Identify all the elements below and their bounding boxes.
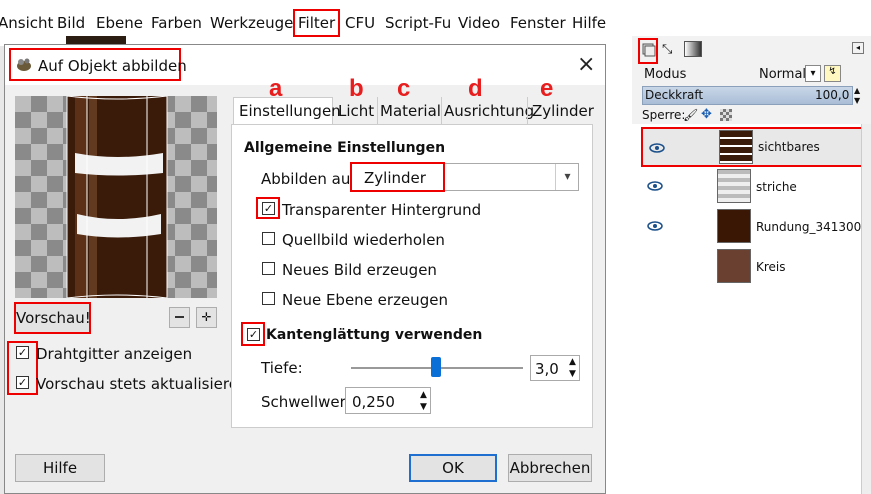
layer-thumbnail — [717, 209, 751, 243]
spin-arrows-icon[interactable]: ▲ ▼ — [854, 86, 860, 106]
tab-einstellungen[interactable]: Einstellungen — [233, 97, 341, 125]
cancel-button[interactable]: Abbrechen — [508, 454, 592, 482]
menu-farben[interactable]: Farben — [151, 14, 202, 32]
panel-top — [632, 0, 871, 36]
menu-video[interactable]: Video — [458, 14, 500, 32]
spin-arrows-icon[interactable]: ▲ ▼ — [569, 356, 576, 380]
threshold-spinbox[interactable]: 0,250 ▲ ▼ — [345, 387, 431, 414]
transparent-bg-label: Transparenter Hintergrund — [282, 201, 482, 219]
mode-value[interactable]: Normal — [759, 67, 806, 82]
panel-menu-icon[interactable]: ◂ — [852, 42, 864, 54]
threshold-label: Schwellwert: — [261, 393, 357, 411]
wireframe-label: Drahtgitter anzeigen — [36, 345, 193, 363]
depth-label: Tiefe: — [261, 359, 303, 377]
new-layer-checkbox[interactable] — [262, 292, 275, 305]
tab-material[interactable]: Material — [377, 97, 443, 125]
chevron-down-icon[interactable]: ▾ — [805, 65, 821, 82]
map-to-label: Abbilden auf: — [261, 170, 361, 188]
menu-ebene[interactable]: Ebene — [96, 14, 143, 32]
mode-switch-icon[interactable]: ↯ — [824, 65, 841, 82]
opacity-label: Deckkraft — [645, 88, 704, 102]
brush-lock-icon[interactable]: 🖌 — [683, 108, 698, 122]
new-image-label: Neues Bild erzeugen — [282, 261, 437, 279]
eye-icon[interactable] — [649, 143, 665, 153]
tab-licht[interactable]: Licht — [336, 97, 376, 125]
menu-bild[interactable]: Bild — [57, 14, 85, 32]
new-layer-label: Neue Ebene erzeugen — [282, 291, 448, 309]
move-lock-icon[interactable]: ✥ — [701, 107, 712, 122]
layer-name: sichtbares — [758, 140, 820, 154]
zoom-in-button[interactable]: ✛ — [196, 307, 217, 328]
menu-script-fu[interactable]: Script-Fu — [385, 14, 451, 32]
lock-label: Sperre: — [642, 108, 686, 122]
antialias-checkbox[interactable]: ✓ — [247, 328, 260, 341]
menu-hilfe[interactable]: Hilfe — [572, 14, 606, 32]
eye-icon[interactable] — [647, 181, 663, 191]
menu-filter[interactable]: Filter — [293, 9, 341, 37]
depth-spinbox[interactable]: 3,0 ▲ ▼ — [530, 355, 580, 381]
map-to-select[interactable]: Zylinder ▾ — [350, 162, 579, 192]
threshold-value: 0,250 — [352, 393, 395, 411]
preview-button[interactable]: Vorschau! — [14, 302, 91, 334]
preview-area — [15, 96, 217, 298]
layer-name: Kreis — [756, 260, 786, 274]
layer-row-sichtbares[interactable]: sichtbares — [641, 127, 865, 167]
tile-source-checkbox[interactable] — [262, 232, 275, 245]
opacity-slider[interactable]: Deckkraft 100,0 — [642, 86, 853, 105]
layers-panel: ⤡ ◂ Modus Normal ▾ ↯ Deckkraft 100,0 ▲ ▼ … — [632, 0, 871, 494]
tab-zylinder[interactable]: Zylinder — [527, 97, 598, 125]
transparent-bg-checkbox[interactable]: ✓ — [262, 202, 275, 215]
menu-cfu[interactable]: CFU — [345, 14, 375, 32]
chevron-down-icon[interactable]: ▾ — [555, 164, 579, 190]
help-button[interactable]: Hilfe — [15, 454, 105, 482]
antialias-label: Kantenglättung verwenden — [266, 327, 483, 343]
layer-row-kreis[interactable]: Kreis — [641, 247, 869, 287]
layer-thumbnail — [717, 169, 751, 203]
menu-werkzeuge[interactable]: Werkzeuge — [210, 14, 293, 32]
gimp-icon — [15, 56, 33, 72]
spin-arrows-icon[interactable]: ▲ ▼ — [420, 389, 427, 413]
dialog-titlebar: Auf Objekt abbilden × — [5, 45, 605, 85]
layer-name: Rundung_341300 — [756, 220, 862, 234]
ok-button[interactable]: OK — [409, 454, 497, 482]
map-object-dialog: Auf Objekt abbilden × Vorschau! ✛ ✓ Drah… — [4, 44, 606, 494]
alpha-lock-icon[interactable] — [720, 109, 732, 121]
depth-value: 3,0 — [535, 360, 559, 378]
tab-ausrichtung[interactable]: Ausrichtung — [441, 97, 536, 125]
layer-row-striche[interactable]: striche — [641, 167, 869, 207]
zoom-out-button[interactable] — [169, 307, 190, 328]
minus-icon — [175, 316, 184, 318]
opacity-value: 100,0 — [815, 88, 850, 102]
menu-ansicht[interactable]: Ansicht — [0, 14, 53, 32]
close-icon[interactable]: × — [577, 52, 595, 77]
new-image-checkbox[interactable] — [262, 262, 275, 275]
mode-label: Modus — [644, 67, 687, 82]
layer-name: striche — [756, 180, 797, 194]
eye-icon[interactable] — [647, 221, 663, 231]
auto-update-label: Vorschau stets aktualisieren — [36, 375, 248, 393]
depth-slider-handle[interactable] — [431, 357, 441, 377]
wireframe-checkbox[interactable]: ✓ — [16, 346, 29, 359]
tile-source-label: Quellbild wiederholen — [282, 231, 445, 249]
channels-tab-icon[interactable]: ⤡ — [662, 42, 672, 57]
layers-tab-icon[interactable] — [638, 38, 658, 64]
map-to-value: Zylinder — [364, 169, 426, 187]
auto-update-checkbox[interactable]: ✓ — [16, 376, 29, 389]
layer-thumbnail — [719, 130, 753, 164]
paths-tab-icon[interactable] — [684, 41, 702, 57]
layers-scrollbar[interactable] — [861, 124, 871, 494]
layer-row-rundung[interactable]: Rundung_341300 — [641, 207, 869, 247]
menu-fenster[interactable]: Fenster — [510, 14, 566, 32]
section-general-heading: Allgemeine Einstellungen — [244, 140, 446, 156]
layer-thumbnail — [717, 249, 751, 283]
plus-icon: ✛ — [201, 310, 212, 324]
dialog-title: Auf Objekt abbilden — [38, 57, 187, 75]
